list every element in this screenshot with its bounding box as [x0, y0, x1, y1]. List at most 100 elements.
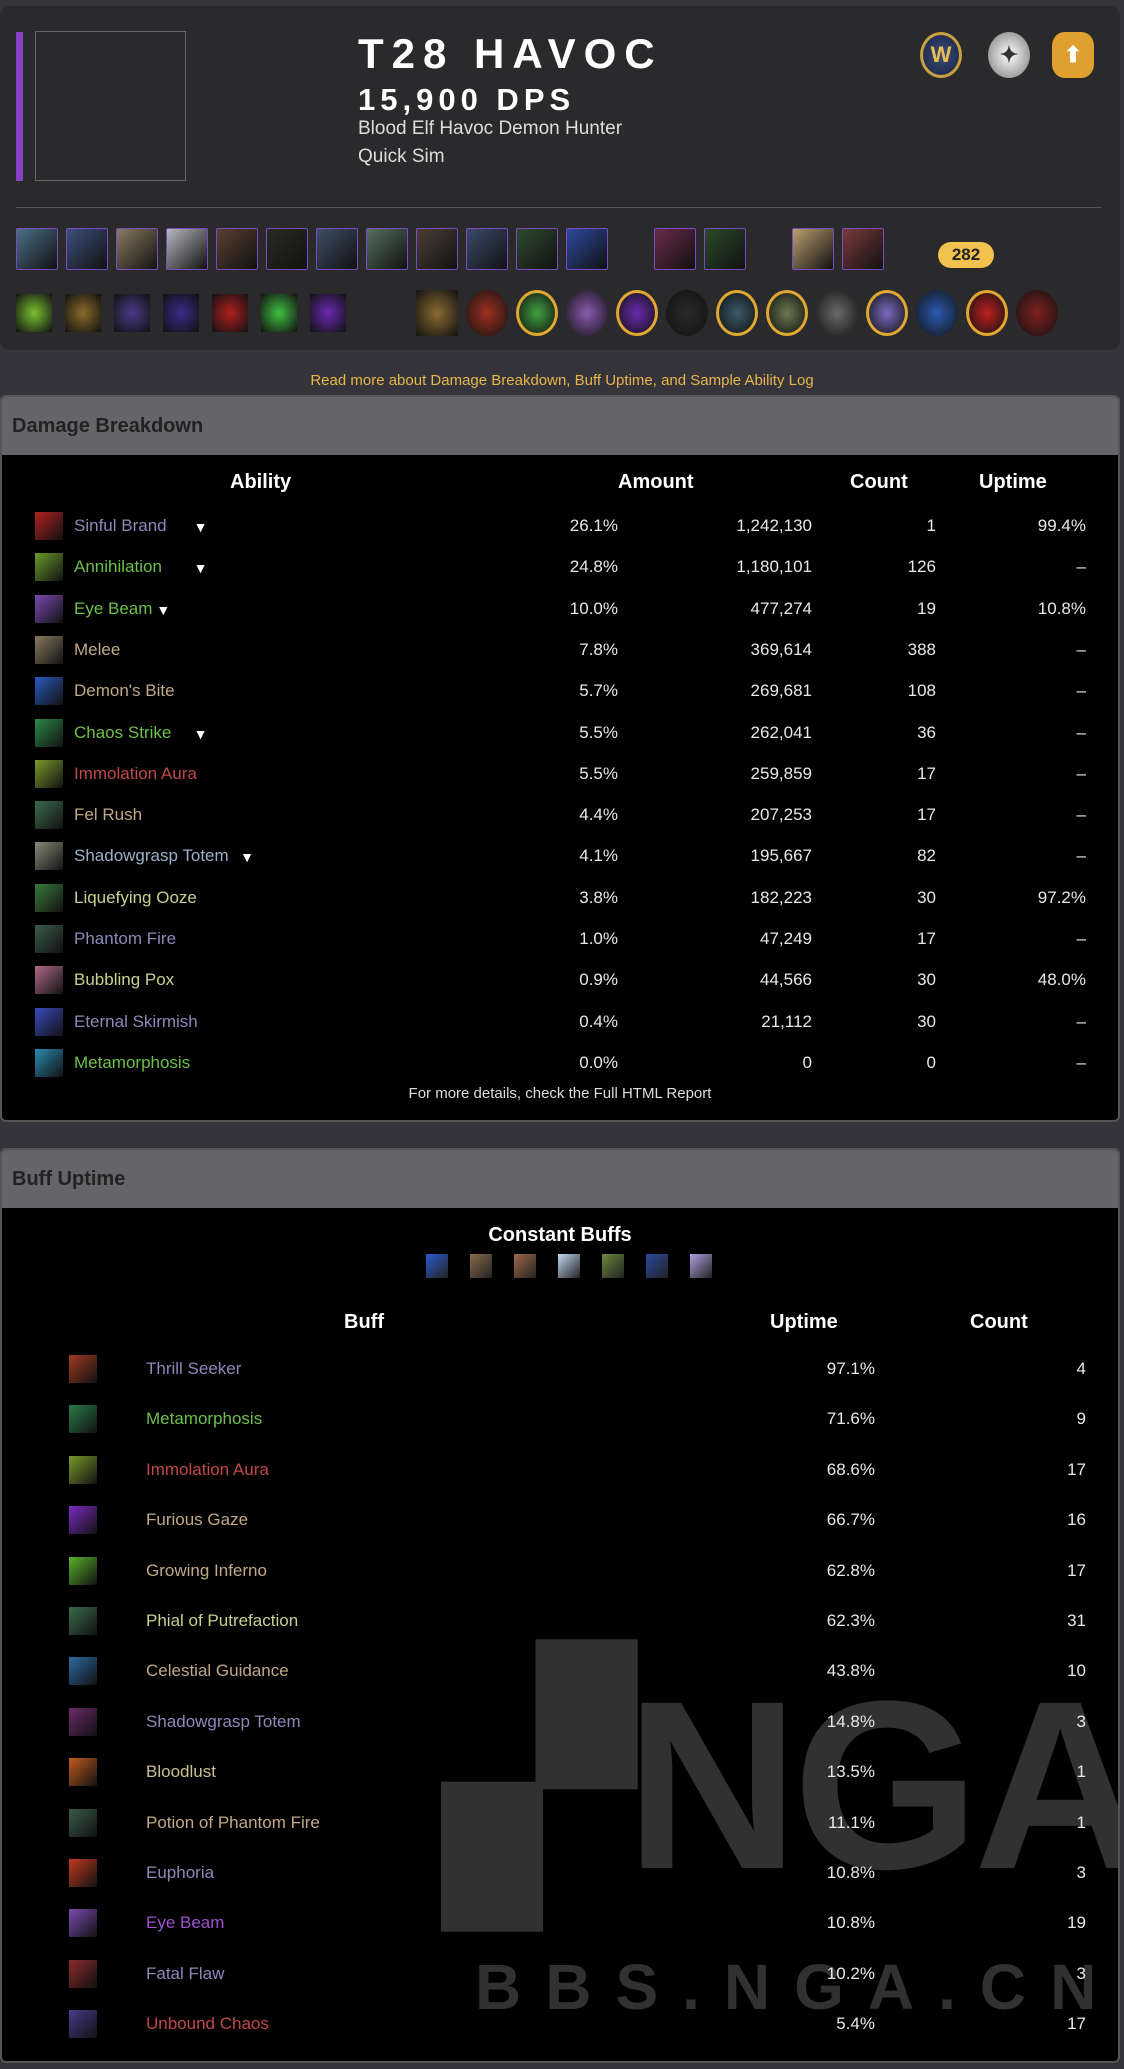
simc-icon[interactable]: ⬆	[1052, 32, 1094, 78]
table-row[interactable]: Liquefying Ooze 3.8% 182,223 30 97.2%	[2, 882, 1118, 914]
covenant-icon[interactable]	[416, 290, 458, 336]
buff-row[interactable]: Unbound Chaos 5.4% 17	[2, 2008, 1118, 2040]
gear-item-icon[interactable]	[654, 228, 696, 270]
ability-name[interactable]: Immolation Aura	[74, 764, 197, 784]
gear-item-icon[interactable]	[16, 228, 58, 270]
gear-item-icon[interactable]	[566, 228, 608, 270]
buff-row[interactable]: Bloodlust 13.5% 1	[2, 1756, 1118, 1788]
talent-icon[interactable]	[310, 294, 346, 332]
wow-logo-icon[interactable]: W	[920, 32, 962, 78]
talent-icon[interactable]	[261, 294, 297, 332]
buff-row[interactable]: Phial of Putrefaction 62.3% 31	[2, 1605, 1118, 1637]
conduit-icon[interactable]	[866, 290, 908, 336]
buff-name[interactable]: Thrill Seeker	[146, 1359, 241, 1379]
conduit-icon[interactable]	[1016, 290, 1058, 336]
table-row[interactable]: Phantom Fire 1.0% 47,249 17 –	[2, 923, 1118, 955]
expand-arrow-icon[interactable]: ▼	[194, 726, 208, 742]
read-more-link[interactable]: Read more about Damage Breakdown, Buff U…	[0, 372, 1124, 389]
talent-icon[interactable]	[65, 294, 101, 332]
buff-row[interactable]: Euphoria 10.8% 3	[2, 1857, 1118, 1889]
expand-arrow-icon[interactable]: ▼	[194, 519, 208, 535]
buff-row[interactable]: Metamorphosis 71.6% 9	[2, 1403, 1118, 1435]
conduit-icon[interactable]	[516, 290, 558, 336]
gear-item-icon[interactable]	[792, 228, 834, 270]
buff-row[interactable]: Immolation Aura 68.6% 17	[2, 1454, 1118, 1486]
gear-item-icon[interactable]	[316, 228, 358, 270]
gear-item-icon[interactable]	[704, 228, 746, 270]
ability-name[interactable]: Fel Rush	[74, 805, 142, 825]
gear-item-icon[interactable]	[66, 228, 108, 270]
conduit-icon[interactable]	[666, 290, 708, 336]
ability-name[interactable]: Bubbling Pox	[74, 970, 174, 990]
conduit-icon[interactable]	[916, 290, 958, 336]
buff-name[interactable]: Potion of Phantom Fire	[146, 1813, 320, 1833]
buff-name[interactable]: Furious Gaze	[146, 1510, 248, 1530]
conduit-icon[interactable]	[966, 290, 1008, 336]
table-row[interactable]: Eternal Skirmish 0.4% 21,112 30 –	[2, 1006, 1118, 1038]
ability-name[interactable]: Shadowgrasp Totem	[74, 846, 229, 866]
gear-item-icon[interactable]	[466, 228, 508, 270]
table-row[interactable]: Chaos Strike ▼ 5.5% 262,041 36 –	[2, 717, 1118, 749]
buff-row[interactable]: Growing Inferno 62.8% 17	[2, 1555, 1118, 1587]
gear-item-icon[interactable]	[366, 228, 408, 270]
ability-name[interactable]: Sinful Brand	[74, 516, 167, 536]
table-row[interactable]: Shadowgrasp Totem ▼ 4.1% 195,667 82 –	[2, 840, 1118, 872]
conduit-icon[interactable]	[716, 290, 758, 336]
raidbots-icon[interactable]: ✦	[988, 32, 1030, 78]
buff-name[interactable]: Unbound Chaos	[146, 2014, 269, 2034]
table-row[interactable]: Melee 7.8% 369,614 388 –	[2, 634, 1118, 666]
buff-name[interactable]: Euphoria	[146, 1863, 214, 1883]
table-row[interactable]: Bubbling Pox 0.9% 44,566 30 48.0%	[2, 964, 1118, 996]
table-row[interactable]: Sinful Brand ▼ 26.1% 1,242,130 1 99.4%	[2, 510, 1118, 542]
gear-item-icon[interactable]	[516, 228, 558, 270]
table-row[interactable]: Fel Rush 4.4% 207,253 17 –	[2, 799, 1118, 831]
ability-name[interactable]: Annihilation	[74, 557, 162, 577]
buff-name[interactable]: Fatal Flaw	[146, 1964, 224, 1984]
table-row[interactable]: Immolation Aura 5.5% 259,859 17 –	[2, 758, 1118, 790]
conduit-icon[interactable]	[766, 290, 808, 336]
talent-icon[interactable]	[114, 294, 150, 332]
buff-row[interactable]: Eye Beam 10.8% 19	[2, 1907, 1118, 1939]
buff-name[interactable]: Phial of Putrefaction	[146, 1611, 298, 1631]
buff-name[interactable]: Growing Inferno	[146, 1561, 267, 1581]
buff-row[interactable]: Thrill Seeker 97.1% 4	[2, 1353, 1118, 1385]
ability-name[interactable]: Melee	[74, 640, 120, 660]
gear-item-icon[interactable]	[266, 228, 308, 270]
gear-item-icon[interactable]	[166, 228, 208, 270]
ability-name[interactable]: Eternal Skirmish	[74, 1012, 198, 1032]
buff-name[interactable]: Immolation Aura	[146, 1460, 269, 1480]
ability-name[interactable]: Phantom Fire	[74, 929, 176, 949]
gear-item-icon[interactable]	[416, 228, 458, 270]
ability-name[interactable]: Liquefying Ooze	[74, 888, 197, 908]
ability-name[interactable]: Chaos Strike	[74, 723, 171, 743]
ability-name[interactable]: Metamorphosis	[74, 1053, 190, 1073]
table-row[interactable]: Annihilation ▼ 24.8% 1,180,101 126 –	[2, 551, 1118, 583]
gear-item-icon[interactable]	[116, 228, 158, 270]
buff-row[interactable]: Fatal Flaw 10.2% 3	[2, 1958, 1118, 1990]
buff-row[interactable]: Shadowgrasp Totem 14.8% 3	[2, 1706, 1118, 1738]
buff-name[interactable]: Metamorphosis	[146, 1409, 262, 1429]
table-row[interactable]: Demon's Bite 5.7% 269,681 108 –	[2, 675, 1118, 707]
talent-icon[interactable]	[212, 294, 248, 332]
conduit-icon[interactable]	[816, 290, 858, 336]
buff-name[interactable]: Bloodlust	[146, 1762, 216, 1782]
gear-item-icon[interactable]	[842, 228, 884, 270]
table-row[interactable]: Metamorphosis 0.0% 0 0 –	[2, 1047, 1118, 1079]
expand-arrow-icon[interactable]: ▼	[194, 560, 208, 576]
buff-name[interactable]: Eye Beam	[146, 1913, 224, 1933]
table-row[interactable]: Eye Beam ▼ 10.0% 477,274 19 10.8%	[2, 593, 1118, 625]
gear-item-icon[interactable]	[216, 228, 258, 270]
buff-name[interactable]: Shadowgrasp Totem	[146, 1712, 301, 1732]
expand-arrow-icon[interactable]: ▼	[156, 602, 170, 618]
ability-name[interactable]: Eye Beam	[74, 599, 152, 619]
expand-arrow-icon[interactable]: ▼	[240, 849, 254, 865]
buff-row[interactable]: Furious Gaze 66.7% 16	[2, 1504, 1118, 1536]
buff-row[interactable]: Celestial Guidance 43.8% 10	[2, 1655, 1118, 1687]
buff-row[interactable]: Potion of Phantom Fire 11.1% 1	[2, 1807, 1118, 1839]
talent-icon[interactable]	[16, 294, 52, 332]
talent-icon[interactable]	[163, 294, 199, 332]
buff-name[interactable]: Celestial Guidance	[146, 1661, 289, 1681]
conduit-icon[interactable]	[616, 290, 658, 336]
ability-name[interactable]: Demon's Bite	[74, 681, 175, 701]
conduit-icon[interactable]	[466, 290, 508, 336]
